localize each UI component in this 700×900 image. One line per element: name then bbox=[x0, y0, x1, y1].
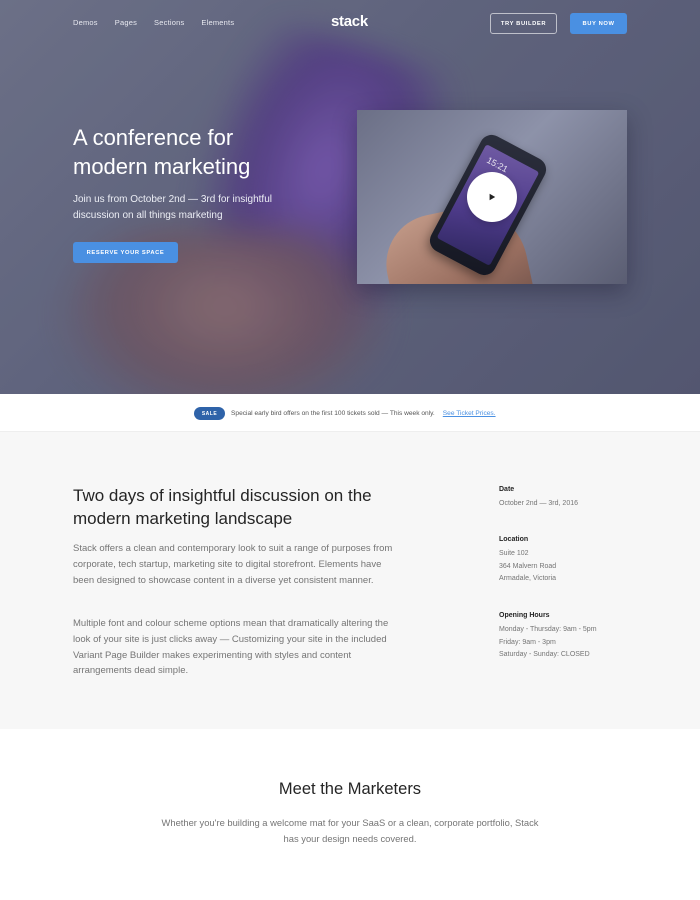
sale-badge: SALE bbox=[194, 407, 225, 420]
reserve-space-button[interactable]: RESERVE YOUR SPACE bbox=[73, 242, 178, 263]
date-value: October 2nd — 3rd, 2016 bbox=[499, 500, 578, 507]
top-nav: Demos Pages Sections Elements stack TRY … bbox=[0, 0, 700, 46]
info-date: Date October 2nd — 3rd, 2016 bbox=[499, 486, 639, 511]
info-location: Location Suite 102 364 Malvern Road Arma… bbox=[499, 536, 639, 586]
meet-title: Meet the Marketers bbox=[278, 780, 422, 798]
play-button[interactable] bbox=[467, 172, 517, 222]
hours-label: Opening Hours bbox=[499, 612, 550, 619]
meet-section: Meet the Marketers Whether you're buildi… bbox=[0, 729, 700, 900]
info-hours: Opening Hours Monday - Thursday: 9am - 5… bbox=[499, 612, 639, 662]
about-section: Two days of insightful discussion on the… bbox=[0, 432, 700, 729]
location-line: 364 Malvern Road bbox=[499, 562, 557, 570]
buy-now-button[interactable]: BUY NOW bbox=[570, 13, 627, 34]
notice-text: Special early bird offers on the first 1… bbox=[231, 410, 435, 417]
play-icon bbox=[489, 193, 496, 201]
nav-link-sections[interactable]: Sections bbox=[154, 18, 184, 27]
nav-links: Demos Pages Sections Elements bbox=[73, 18, 234, 27]
date-label: Date bbox=[499, 486, 515, 493]
ticket-prices-link[interactable]: See Ticket Prices. bbox=[443, 410, 496, 417]
nav-link-elements[interactable]: Elements bbox=[201, 18, 234, 27]
video-thumbnail[interactable]: 15:21 bbox=[357, 110, 627, 284]
location-line: Suite 102 bbox=[499, 550, 529, 557]
location-label: Location bbox=[499, 536, 529, 543]
try-builder-button[interactable]: TRY BUILDER bbox=[490, 13, 557, 34]
logo[interactable]: stack bbox=[331, 13, 368, 30]
nav-link-demos[interactable]: Demos bbox=[73, 18, 98, 27]
nav-link-pages[interactable]: Pages bbox=[115, 18, 137, 27]
hours-line: Friday: 9am - 3pm bbox=[499, 638, 556, 646]
about-paragraph-1: Stack offers a clean and contemporary lo… bbox=[73, 543, 393, 586]
meet-subtitle: Whether you're building a welcome mat fo… bbox=[161, 817, 539, 844]
hours-line: Saturday - Sunday: CLOSED bbox=[499, 651, 590, 659]
location-line: Armadale, Victoria bbox=[499, 575, 557, 583]
hero-subtitle: Join us from October 2nd — 3rd for insig… bbox=[73, 194, 272, 221]
about-title: Two days of insightful discussion on the… bbox=[73, 486, 372, 528]
hours-line: Monday - Thursday: 9am - 5pm bbox=[499, 626, 597, 633]
about-paragraph-2: Multiple font and colour scheme options … bbox=[73, 618, 389, 677]
hero-title: A conference for modern marketing bbox=[73, 125, 251, 179]
notice-bar: SALE Special early bird offers on the fi… bbox=[0, 394, 700, 432]
hero-section: Demos Pages Sections Elements stack TRY … bbox=[0, 0, 700, 394]
